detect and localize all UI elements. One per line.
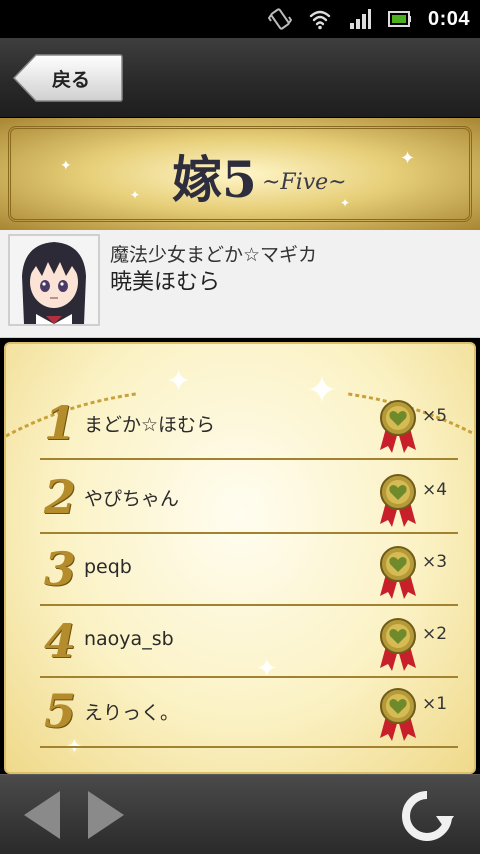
rank-number: 5 <box>44 684 77 738</box>
ranking-row-3[interactable]: 3 peqb ×3 <box>40 534 458 606</box>
back-button-label: 戻る <box>52 69 91 91</box>
vibrate-icon <box>267 8 292 30</box>
medal-count: ×3 <box>422 552 448 572</box>
ranking-row-1[interactable]: 1 まどか☆ほむら ×5 <box>40 388 458 460</box>
ranking-row-2[interactable]: 2 やぴちゃん ×4 <box>40 462 458 534</box>
refresh-icon[interactable] <box>398 789 456 843</box>
sparkle-icon: ✦ <box>340 196 351 210</box>
signal-icon <box>349 9 371 29</box>
ranking-row-4[interactable]: 4 naoya_sb ×2 <box>40 606 458 678</box>
bottom-navigation-bar <box>0 774 480 854</box>
medal-icon <box>380 688 416 741</box>
forward-arrow-icon[interactable] <box>84 789 128 841</box>
wifi-icon <box>309 10 331 30</box>
back-arrow-icon[interactable] <box>20 789 64 841</box>
medal-icon <box>380 474 416 527</box>
character-header: 魔法少女まどか☆マギカ 暁美ほむら <box>0 230 480 338</box>
medal-icon <box>380 400 416 453</box>
clock: 0:04 <box>427 7 470 30</box>
medal-count: ×4 <box>422 480 448 500</box>
app-logo: 嫁5 <box>172 150 257 209</box>
status-bar: 0:04 <box>0 0 480 38</box>
series-name: 魔法少女まどか☆マギカ <box>110 244 318 266</box>
top-toolbar: 戻る <box>0 38 480 118</box>
sparkle-icon: ✦ <box>60 158 72 174</box>
ranking-user-name: やぴちゃん <box>84 488 180 510</box>
medal-count: ×1 <box>422 694 448 714</box>
ranking-panel: ✦ ✦ ✦ ✦ ✦ 1 まどか☆ほむら ×5 2 やぴちゃん ×4 3 peqb <box>4 342 476 774</box>
back-button[interactable]: 戻る <box>12 53 124 103</box>
rank-number: 3 <box>44 542 77 596</box>
app-logo-subtitle: ~Five~ <box>262 170 347 195</box>
character-avatar <box>8 234 100 326</box>
rank-number: 1 <box>44 396 77 450</box>
character-name: 暁美ほむら <box>110 270 221 295</box>
medal-count: ×2 <box>422 624 448 644</box>
medal-icon <box>380 546 416 599</box>
character-portrait-icon <box>10 236 98 324</box>
ranking-user-name: naoya_sb <box>84 628 174 650</box>
ranking-row-5[interactable]: 5 えりっく。 ×1 <box>40 676 458 748</box>
ranking-user-name: まどか☆ほむら <box>84 414 216 436</box>
rank-number: 4 <box>44 614 77 668</box>
ranking-user-name: えりっく。 <box>84 702 180 724</box>
battery-icon <box>387 11 411 27</box>
app-banner: ✦ ✦ ✦ ✦ 嫁5 ~Five~ <box>0 118 480 230</box>
rank-number: 2 <box>44 470 77 524</box>
ranking-user-name: peqb <box>84 556 132 578</box>
medal-icon <box>380 618 416 671</box>
sparkle-icon: ✦ <box>400 148 416 169</box>
sparkle-icon: ✦ <box>130 188 141 202</box>
medal-count: ×5 <box>422 406 448 426</box>
